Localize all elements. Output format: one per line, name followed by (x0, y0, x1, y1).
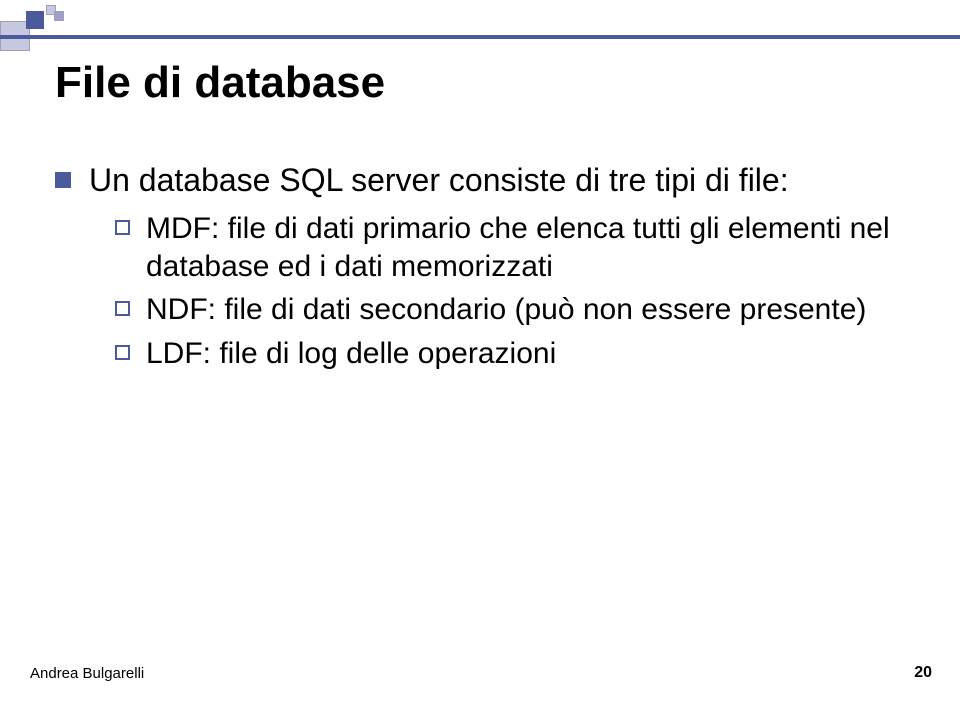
header-divider (0, 35, 960, 39)
open-square-bullet-icon (115, 345, 130, 360)
deco-square-medium (26, 11, 44, 29)
slide-content: Un database SQL server consiste di tre t… (55, 160, 920, 378)
slide-title: File di database (55, 58, 385, 108)
corner-decoration (0, 5, 64, 51)
square-bullet-icon (55, 172, 71, 188)
open-square-bullet-icon (115, 301, 130, 316)
footer-author: Andrea Bulgarelli (30, 665, 144, 682)
open-square-bullet-icon (115, 220, 130, 235)
bullet-text: Un database SQL server consiste di tre t… (89, 160, 789, 200)
bullet-level2: MDF: file di dati primario che elenca tu… (115, 210, 920, 285)
bullet-text: NDF: file di dati secondario (può non es… (146, 291, 866, 329)
bullet-level1: Un database SQL server consiste di tre t… (55, 160, 920, 200)
footer-page-number: 20 (914, 664, 932, 682)
bullet-text: MDF: file di dati primario che elenca tu… (146, 210, 920, 285)
deco-square-small-2 (54, 11, 64, 21)
bullet-level2: NDF: file di dati secondario (può non es… (115, 291, 920, 329)
bullet-text: LDF: file di log delle operazioni (146, 335, 556, 373)
bullet-level2: LDF: file di log delle operazioni (115, 335, 920, 373)
